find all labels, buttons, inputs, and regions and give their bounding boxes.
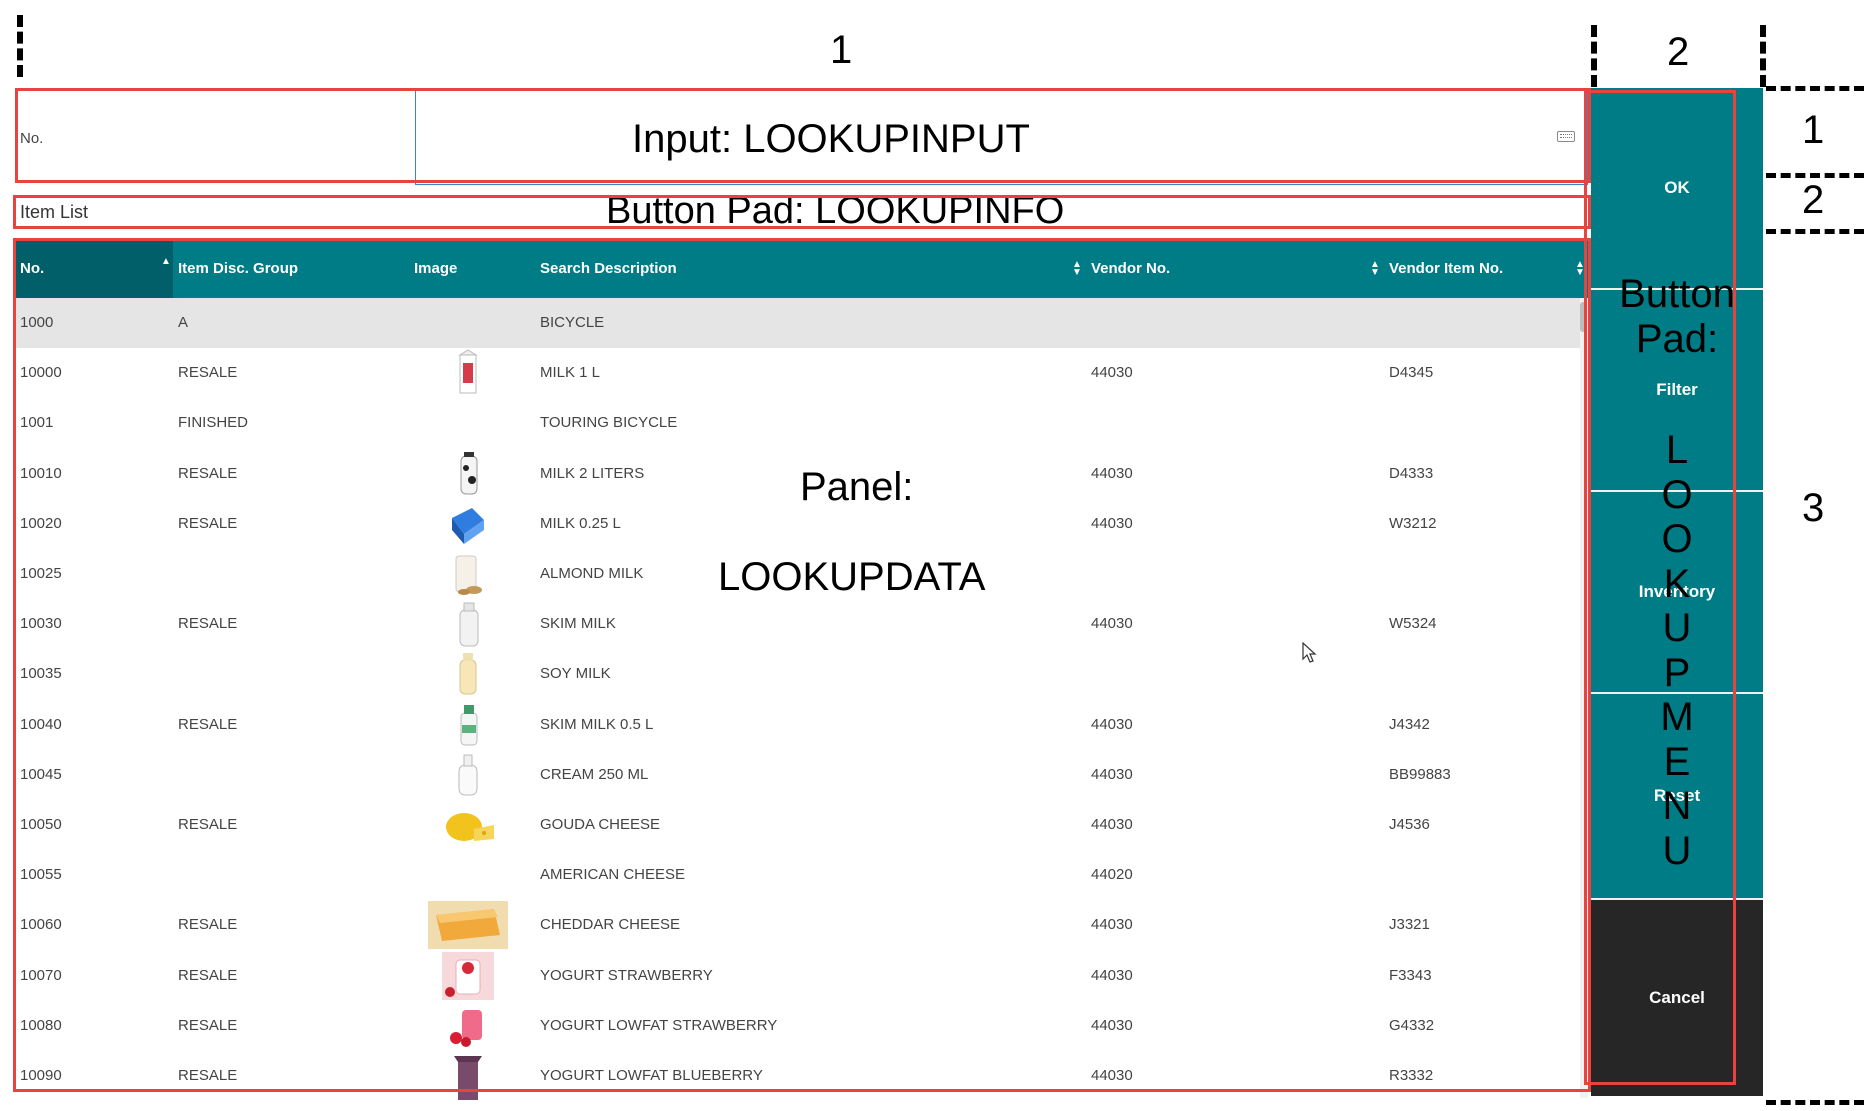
annotation-row-divider-3	[1766, 229, 1864, 234]
annotation-divider-mid	[1591, 25, 1597, 87]
annotation-box-panel	[13, 238, 1591, 1092]
annotation-divider-left	[17, 15, 23, 77]
annotation-row-divider-1	[1766, 86, 1864, 91]
annotation-box-menu	[1584, 90, 1736, 1085]
annotation-box-input	[15, 88, 1591, 183]
annotation-col-1: 1	[830, 28, 853, 72]
annotation-row-divider-4	[1766, 1100, 1864, 1105]
annotation-col-2: 2	[1667, 30, 1690, 74]
annotation-box-info	[13, 195, 1591, 229]
annotation-row-2: 2	[1802, 178, 1825, 222]
annotation-divider-right	[1760, 25, 1766, 87]
annotation-row-3: 3	[1802, 486, 1825, 530]
mouse-cursor-icon	[1302, 642, 1317, 663]
annotation-row-1: 1	[1802, 108, 1825, 152]
